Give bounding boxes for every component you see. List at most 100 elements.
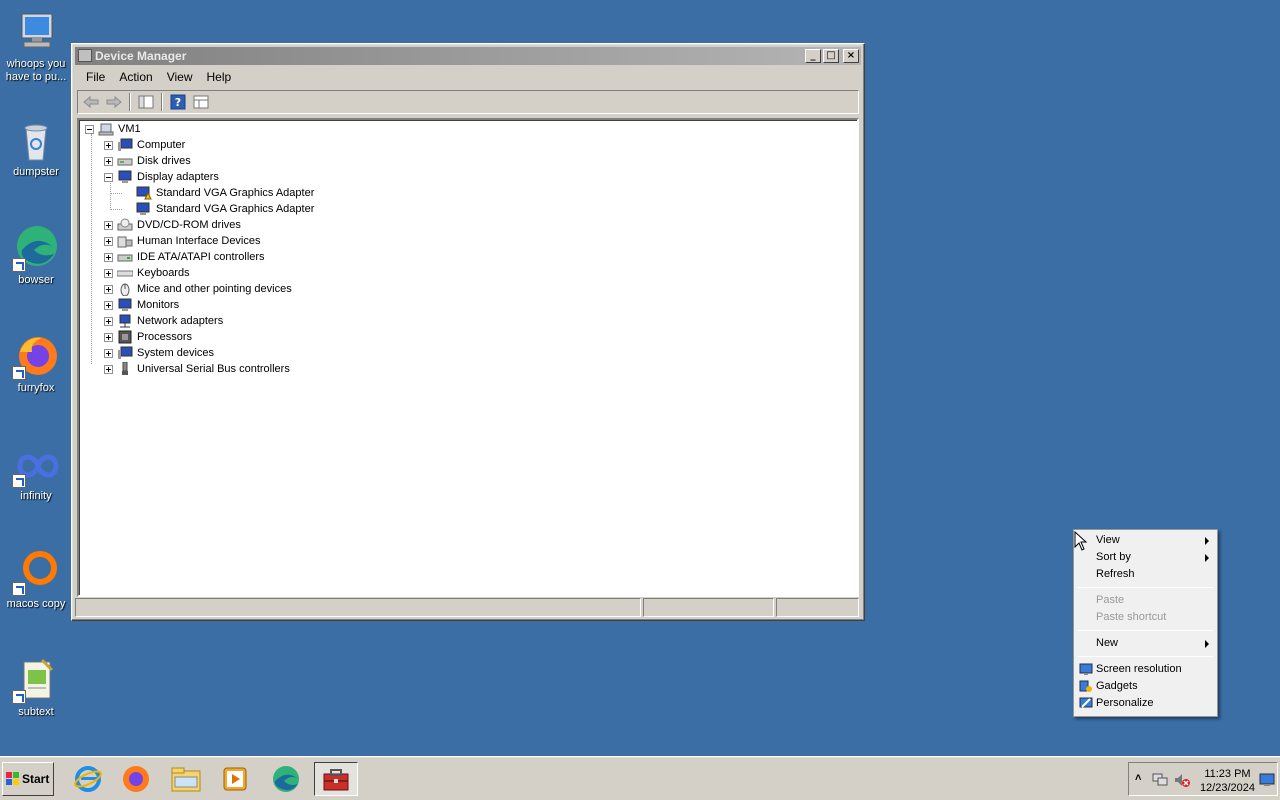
close-button[interactable]: × (843, 49, 859, 63)
submenu-arrow-icon (1205, 537, 1209, 545)
toolbox-icon (323, 769, 349, 791)
taskbar-edge-browser[interactable] (264, 762, 308, 796)
tree-node-display-adapters[interactable]: Display adapters (104, 169, 219, 185)
ctx-personalize[interactable]: Personalize (1076, 695, 1215, 712)
tree-node-ide-controllers[interactable]: IDE ATA/ATAPI controllers (104, 249, 265, 265)
taskbar-device-manager[interactable] (314, 762, 358, 796)
desktop-icon-label: dumpster (13, 166, 59, 178)
menu-action[interactable]: Action (112, 67, 159, 87)
expand-toggle[interactable] (104, 332, 113, 342)
tree-node-network-adapters[interactable]: Network adapters (104, 313, 223, 329)
desktop-icon-computer[interactable]: whoops you have to pu... (2, 8, 70, 84)
device-manager-window[interactable]: Device Manager _ □ × File Action View He… (71, 43, 865, 621)
recycle-bin-icon (12, 116, 60, 164)
help-button[interactable]: ? (168, 93, 188, 111)
tree-root-label: VM1 (118, 123, 141, 135)
desktop-icon-label: infinity (20, 490, 52, 502)
ctx-screen-resolution[interactable]: Screen resolution (1076, 661, 1215, 678)
taskbar-firefox[interactable] (114, 762, 158, 796)
network-adapter-icon (117, 314, 133, 328)
tree-node-dvd-drives[interactable]: DVD/CD-ROM drives (104, 217, 241, 233)
back-button[interactable] (81, 93, 101, 111)
expand-toggle[interactable] (104, 140, 113, 150)
tree-root[interactable]: VM1 (85, 121, 141, 137)
tree-node-usb-controllers[interactable]: Universal Serial Bus controllers (104, 361, 290, 377)
title-bar[interactable]: Device Manager _ □ × (75, 47, 861, 65)
infinity-icon (12, 440, 60, 488)
ctx-new[interactable]: New (1076, 635, 1215, 652)
ctx-gadgets[interactable]: Gadgets (1076, 678, 1215, 695)
desktop-icon-infinity[interactable]: infinity (2, 440, 70, 503)
expand-toggle[interactable] (104, 300, 113, 310)
ctx-paste-shortcut[interactable]: Paste shortcut (1076, 609, 1215, 626)
firefox-icon (12, 332, 60, 380)
mouse-icon (117, 282, 133, 297)
show-desktop-icon[interactable] (1259, 772, 1275, 788)
notepad-icon (12, 656, 60, 704)
tree-node-system-devices[interactable]: System devices (104, 345, 214, 361)
clock[interactable]: 11:23 PM 12/23/2024 (1200, 767, 1255, 795)
properties-view-button[interactable] (191, 93, 211, 111)
expand-toggle[interactable] (104, 316, 113, 326)
start-label: Start (22, 772, 50, 786)
maximize-button[interactable]: □ (823, 49, 839, 63)
tree-node-computer[interactable]: Computer (104, 137, 185, 153)
tree-node-disk-drives[interactable]: Disk drives (104, 153, 191, 169)
tree-node-hid[interactable]: Human Interface Devices (104, 233, 261, 249)
desktop-icon-macos-copy[interactable]: macos copy (2, 548, 70, 611)
taskbar-file-explorer[interactable] (164, 762, 208, 796)
computer-icon (117, 138, 133, 152)
edge-browser-icon (273, 766, 299, 792)
tree-node-monitors[interactable]: Monitors (104, 297, 179, 313)
tree-child-vga-adapter-2[interactable]: Standard VGA Graphics Adapter (136, 201, 314, 217)
desktop-icon-subtext[interactable]: subtext (2, 656, 70, 719)
menu-view[interactable]: View (160, 67, 200, 87)
menu-help[interactable]: Help (200, 67, 239, 87)
menu-file[interactable]: File (79, 67, 112, 87)
ctx-view[interactable]: View (1076, 532, 1215, 549)
usb-icon (117, 361, 133, 376)
toolbar-separator (129, 93, 131, 111)
show-hide-console-tree-button[interactable] (136, 93, 156, 111)
network-icon[interactable] (1151, 772, 1169, 788)
tree-node-processors[interactable]: Processors (104, 329, 192, 345)
tree-node-label: Display adapters (137, 171, 219, 183)
expand-toggle[interactable] (104, 268, 113, 278)
forward-button[interactable] (104, 93, 124, 111)
svg-text:?: ? (175, 96, 181, 109)
desktop-icon-label: subtext (18, 706, 54, 718)
tree-node-label: Disk drives (137, 155, 191, 167)
ctx-refresh[interactable]: Refresh (1076, 566, 1215, 583)
show-hidden-icons-chevron-icon[interactable]: ˄ (1135, 772, 1141, 784)
expand-toggle[interactable] (104, 220, 113, 230)
tree-node-label: DVD/CD-ROM drives (137, 219, 241, 231)
tree-child-vga-adapter-1[interactable]: Standard VGA Graphics Adapter (136, 185, 314, 201)
minimize-button[interactable]: _ (805, 49, 821, 63)
expand-toggle[interactable] (104, 236, 113, 246)
taskbar-media-player[interactable] (213, 762, 257, 796)
start-button[interactable]: Start (2, 762, 54, 796)
console-tree-icon (138, 95, 154, 109)
window-title: Device Manager (95, 49, 187, 63)
media-player-icon (223, 767, 247, 791)
ctx-paste[interactable]: Paste (1076, 592, 1215, 609)
expand-toggle[interactable] (104, 252, 113, 262)
desktop-icon-furryfox[interactable]: furryfox (2, 332, 70, 395)
expand-toggle[interactable] (104, 156, 113, 166)
expand-toggle[interactable] (104, 348, 113, 358)
forward-arrow-icon (106, 96, 122, 108)
collapse-toggle[interactable] (85, 124, 94, 134)
help-icon: ? (170, 94, 186, 110)
desktop-icon-dumpster[interactable]: dumpster (2, 116, 70, 179)
ctx-sort-by[interactable]: Sort by (1076, 549, 1215, 566)
tree-node-mice[interactable]: Mice and other pointing devices (104, 281, 292, 297)
expand-toggle[interactable] (104, 284, 113, 294)
monitor-icon (117, 298, 133, 312)
expand-toggle[interactable] (104, 364, 113, 374)
device-tree[interactable]: VM1 Computer Disk drives Display adapter… (77, 118, 859, 597)
tree-node-keyboards[interactable]: Keyboards (104, 265, 190, 281)
taskbar-internet-explorer[interactable] (66, 762, 110, 796)
desktop-icon-bowser[interactable]: bowser (2, 224, 70, 287)
collapse-toggle[interactable] (104, 172, 113, 182)
volume-muted-icon[interactable] (1173, 772, 1191, 788)
